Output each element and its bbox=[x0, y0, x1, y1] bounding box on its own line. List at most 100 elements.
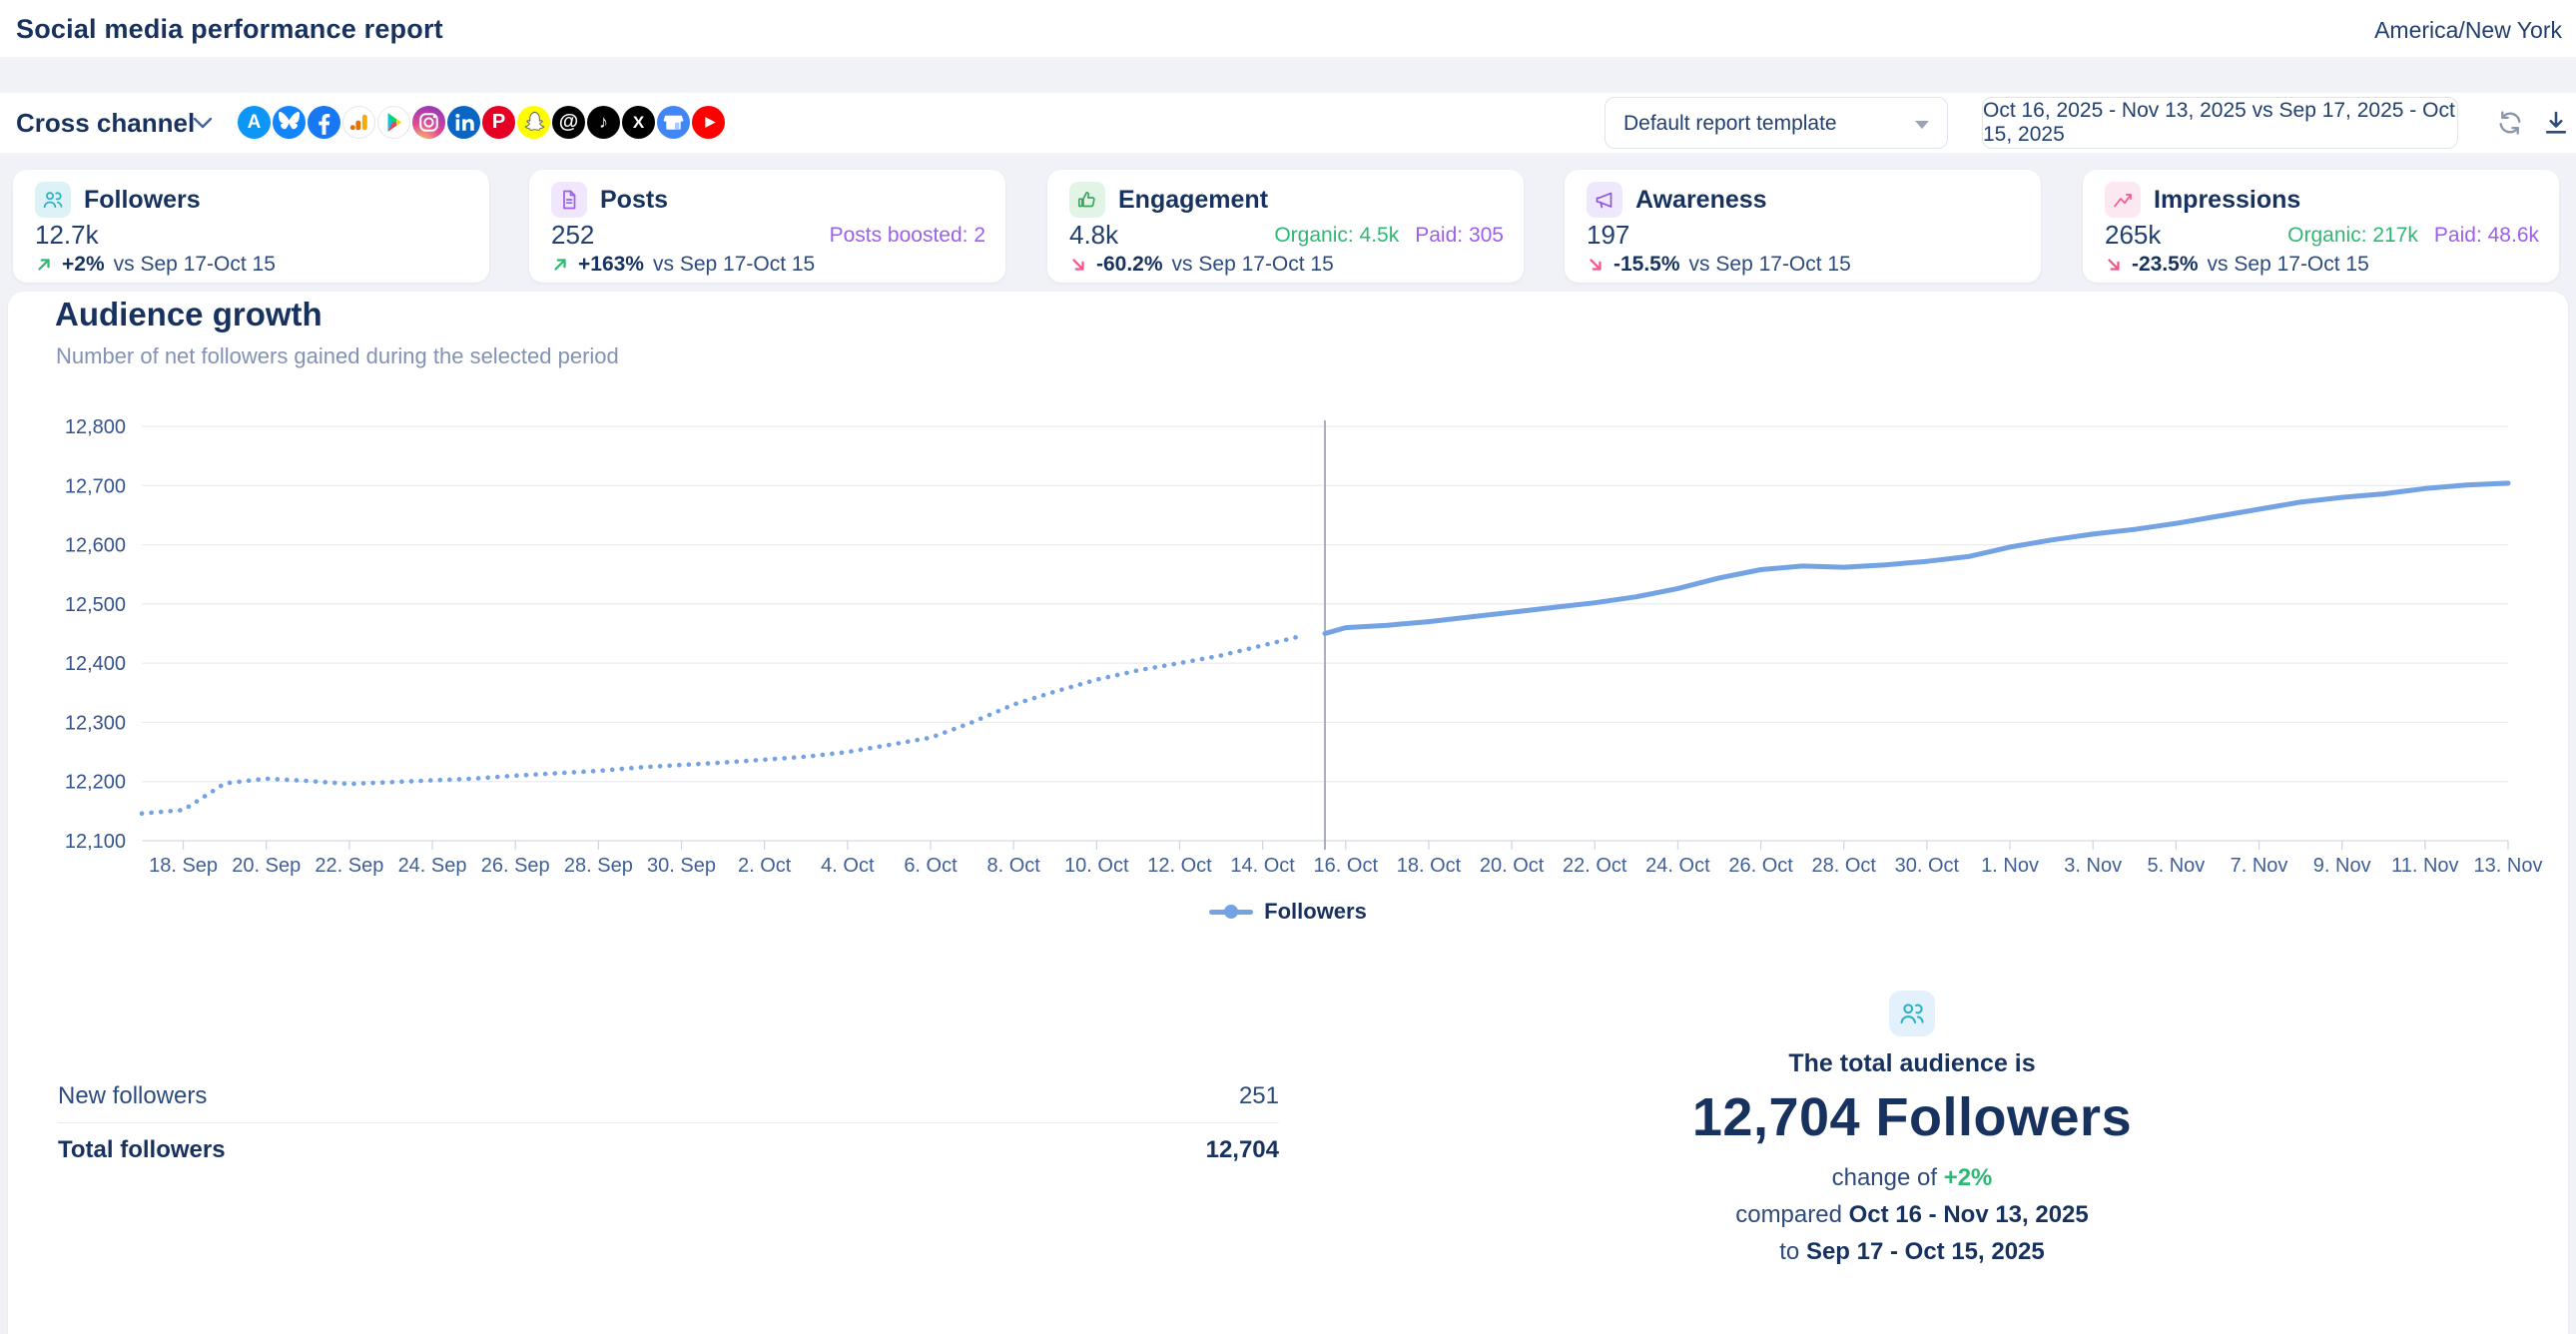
channel-selector[interactable]: Cross channel bbox=[16, 108, 195, 139]
svg-text:12. Oct: 12. Oct bbox=[1147, 855, 1212, 877]
kpi-extra: Posts boosted: 2 bbox=[830, 224, 985, 248]
svg-text:4. Oct: 4. Oct bbox=[821, 855, 875, 877]
audience-growth-chart: 12,10012,20012,30012,40012,50012,60012,7… bbox=[20, 414, 2556, 884]
kpi-card-followers: Followers 12.7k +2% vs Sep 17-Oct 15 bbox=[13, 170, 489, 283]
youtube-channel-icon[interactable] bbox=[692, 106, 725, 139]
svg-text:16. Oct: 16. Oct bbox=[1314, 855, 1379, 877]
kpi-trend: -15.5% vs Sep 17-Oct 15 bbox=[1587, 253, 1851, 277]
pinterest-channel-icon[interactable]: P bbox=[482, 106, 515, 139]
instagram-channel-icon[interactable] bbox=[412, 106, 445, 139]
row-value: 12,704 bbox=[1206, 1136, 1279, 1164]
kpi-trend-vs: vs Sep 17-Oct 15 bbox=[1689, 253, 1851, 277]
kpi-label: Impressions bbox=[2154, 186, 2300, 215]
trend-up-arrow-icon bbox=[551, 256, 569, 274]
svg-text:5. Nov: 5. Nov bbox=[2147, 855, 2205, 877]
svg-text:26. Oct: 26. Oct bbox=[1728, 855, 1793, 877]
google-business-channel-icon[interactable] bbox=[657, 106, 690, 139]
trend-down-arrow-icon bbox=[1587, 256, 1605, 274]
summary-compare-line2: to Sep 17 - Oct 15, 2025 bbox=[1563, 1238, 2261, 1266]
section-subtitle: Number of net followers gained during th… bbox=[56, 343, 619, 369]
svg-text:22. Sep: 22. Sep bbox=[315, 855, 383, 877]
app-store-channel-icon[interactable]: A bbox=[238, 106, 271, 139]
svg-text:12,300: 12,300 bbox=[65, 712, 126, 734]
svg-text:26. Sep: 26. Sep bbox=[481, 855, 550, 877]
kpi-trend: +2% vs Sep 17-Oct 15 bbox=[35, 253, 276, 277]
trend-up-arrow-icon bbox=[35, 256, 53, 274]
kpi-trend-vs: vs Sep 17-Oct 15 bbox=[114, 253, 276, 277]
report-template-select[interactable]: Default report template bbox=[1605, 97, 1948, 149]
trend-down-arrow-icon bbox=[2105, 256, 2123, 274]
legend-line-marker bbox=[1209, 910, 1253, 915]
bluesky-channel-icon[interactable] bbox=[273, 106, 306, 139]
kpi-label: Awareness bbox=[1635, 186, 1767, 215]
threads-channel-icon[interactable]: @ bbox=[552, 106, 585, 139]
kpi-trend-vs: vs Sep 17-Oct 15 bbox=[1172, 253, 1334, 277]
followers-table: New followers 251Total followers 12,704 bbox=[58, 1070, 1279, 1176]
svg-text:12,100: 12,100 bbox=[65, 831, 126, 853]
kpi-trend: +163% vs Sep 17-Oct 15 bbox=[551, 253, 815, 277]
svg-text:12,800: 12,800 bbox=[65, 416, 126, 438]
google-play-channel-icon[interactable] bbox=[377, 106, 410, 139]
row-label: Total followers bbox=[58, 1136, 226, 1164]
facebook-channel-icon[interactable] bbox=[308, 106, 340, 139]
section-title: Audience growth bbox=[55, 296, 322, 334]
google-analytics-channel-icon[interactable] bbox=[342, 106, 375, 139]
audience-summary: The total audience is 12,704 Followers c… bbox=[1563, 991, 2261, 1266]
kpi-extra: Organic: 217k bbox=[2287, 224, 2418, 248]
kpi-trend-vs: vs Sep 17-Oct 15 bbox=[653, 253, 815, 277]
svg-text:1. Nov: 1. Nov bbox=[1981, 855, 2039, 877]
kpi-value: 252 bbox=[551, 220, 594, 251]
svg-text:3. Nov: 3. Nov bbox=[2064, 855, 2122, 877]
svg-text:18. Sep: 18. Sep bbox=[149, 855, 218, 877]
legend-label[interactable]: Followers bbox=[1264, 899, 1367, 925]
snapchat-channel-icon[interactable] bbox=[517, 106, 550, 139]
x-channel-icon[interactable]: X bbox=[622, 106, 655, 139]
svg-text:12,600: 12,600 bbox=[65, 535, 126, 557]
refresh-button[interactable] bbox=[2496, 109, 2524, 137]
kpi-extra: Paid: 48.6k bbox=[2434, 224, 2539, 248]
kpi-trend-value: +2% bbox=[62, 253, 105, 277]
download-button[interactable] bbox=[2542, 109, 2570, 137]
svg-text:12,200: 12,200 bbox=[65, 772, 126, 794]
kpi-value: 12.7k bbox=[35, 220, 99, 251]
kpi-extra: Paid: 305 bbox=[1415, 224, 1504, 248]
megaphone-icon bbox=[1587, 182, 1622, 218]
kpi-extras: Organic: 217k Paid: 48.6k bbox=[2287, 224, 2539, 248]
svg-text:8. Oct: 8. Oct bbox=[986, 855, 1040, 877]
svg-text:10. Oct: 10. Oct bbox=[1064, 855, 1129, 877]
svg-text:24. Sep: 24. Sep bbox=[398, 855, 467, 877]
kpi-extras: Posts boosted: 2 bbox=[830, 224, 985, 248]
svg-text:12,400: 12,400 bbox=[65, 653, 126, 675]
kpi-card-posts: Posts 252 Posts boosted: 2 +163% vs Sep … bbox=[529, 170, 1005, 283]
kpi-value: 265k bbox=[2105, 220, 2161, 251]
summary-change: change of +2% bbox=[1563, 1164, 2261, 1192]
header-bar: Social media performance report America/… bbox=[0, 0, 2576, 57]
kpi-trend: -60.2% vs Sep 17-Oct 15 bbox=[1069, 253, 1334, 277]
kpi-card-engagement: Engagement 4.8k Organic: 4.5kPaid: 305 -… bbox=[1047, 170, 1524, 283]
svg-text:20. Sep: 20. Sep bbox=[232, 855, 301, 877]
svg-text:9. Nov: 9. Nov bbox=[2313, 855, 2371, 877]
kpi-trend-value: -23.5% bbox=[2132, 253, 2199, 277]
kpi-card-impressions: Impressions 265k Organic: 217k Paid: 48.6… bbox=[2083, 170, 2559, 283]
kpi-card-awareness: Awareness 197 -15.5% vs Sep 17-Oct 15 bbox=[1565, 170, 2041, 283]
table-row-total-followers: Total followers 12,704 bbox=[58, 1123, 1279, 1176]
file-icon bbox=[551, 182, 587, 218]
report-page: Social media performance report America/… bbox=[0, 0, 2576, 1334]
svg-text:30. Oct: 30. Oct bbox=[1895, 855, 1960, 877]
trend-down-arrow-icon bbox=[1069, 256, 1087, 274]
tiktok-channel-icon[interactable]: ♪ bbox=[587, 106, 620, 139]
svg-text:18. Oct: 18. Oct bbox=[1397, 855, 1462, 877]
date-range-value: Oct 16, 2025 - Nov 13, 2025 vs Sep 17, 2… bbox=[1983, 99, 2457, 147]
date-range-button[interactable]: Oct 16, 2025 - Nov 13, 2025 vs Sep 17, 2… bbox=[1982, 97, 2458, 149]
summary-change-value: +2% bbox=[1944, 1164, 1993, 1191]
summary-headline: 12,704 Followers bbox=[1563, 1086, 2261, 1148]
svg-text:2. Oct: 2. Oct bbox=[738, 855, 792, 877]
kpi-value: 197 bbox=[1587, 220, 1629, 251]
svg-text:30. Sep: 30. Sep bbox=[647, 855, 716, 877]
svg-text:14. Oct: 14. Oct bbox=[1230, 855, 1295, 877]
linkedin-channel-icon[interactable] bbox=[447, 106, 480, 139]
svg-text:7. Nov: 7. Nov bbox=[2231, 855, 2288, 877]
chevron-down-icon[interactable] bbox=[192, 116, 214, 135]
kpi-trend-vs: vs Sep 17-Oct 15 bbox=[2208, 253, 2369, 277]
kpi-trend: -23.5% vs Sep 17-Oct 15 bbox=[2105, 253, 2369, 277]
